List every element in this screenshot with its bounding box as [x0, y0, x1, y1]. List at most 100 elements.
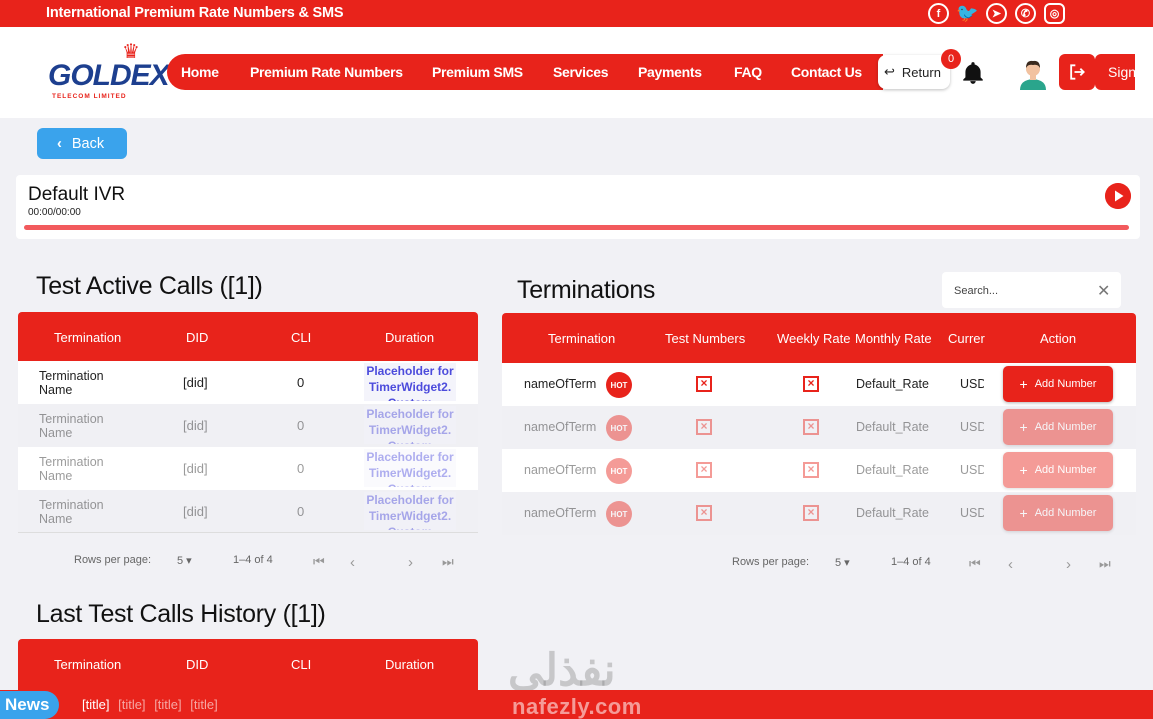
whatsapp-icon[interactable]: ✆: [1015, 3, 1036, 24]
weekly-rate-checkbox[interactable]: ×: [803, 505, 819, 521]
monthly-rate: Default_Rate: [856, 463, 929, 477]
table-row[interactable]: Termination Name [did] 0 Placeholder for…: [18, 490, 478, 533]
monthly-rate: Default_Rate: [856, 420, 929, 434]
did-cell: [did]: [183, 461, 208, 476]
watermark-arabic: نفذلي: [508, 646, 616, 695]
table-row[interactable]: Termination Name [did] 0 Placeholder for…: [18, 447, 478, 490]
prev-page-icon[interactable]: ‹: [1008, 556, 1013, 573]
test-numbers-checkbox[interactable]: ×: [696, 505, 712, 521]
return-button[interactable]: ↩ Return: [878, 55, 950, 89]
did-cell: [did]: [183, 375, 208, 390]
nav-payments[interactable]: Payments: [638, 64, 702, 80]
chevron-left-icon: ‹: [57, 135, 62, 152]
table-row[interactable]: nameOfTerm HOT × × Default_Rate USD + Ad…: [502, 449, 1136, 492]
weekly-rate-checkbox[interactable]: ×: [803, 462, 819, 478]
table-row[interactable]: nameOfTerm HOT × × Default_Rate USD + Ad…: [502, 406, 1136, 449]
return-label: Return: [901, 64, 941, 80]
rows-per-page-select[interactable]: 5 ▾: [177, 554, 192, 567]
last-page-icon[interactable]: ⏭: [1099, 556, 1111, 572]
next-page-icon[interactable]: ›: [408, 554, 413, 571]
news-item[interactable]: [title]: [118, 697, 145, 712]
plus-icon: +: [1019, 419, 1028, 435]
weekly-rate-checkbox[interactable]: ×: [803, 376, 819, 392]
add-number-button[interactable]: + Add Number: [1003, 409, 1113, 445]
rows-per-page-select[interactable]: 5 ▾: [835, 556, 850, 569]
news-item[interactable]: [title]: [154, 697, 181, 712]
test-numbers-checkbox[interactable]: ×: [696, 462, 712, 478]
search-field[interactable]: Search... ✕: [942, 272, 1121, 308]
weekly-rate-checkbox[interactable]: ×: [803, 419, 819, 435]
logout-button[interactable]: [1059, 54, 1095, 90]
table-row[interactable]: Termination Name [did] 0 Placeholder for…: [18, 361, 478, 404]
termination-cell: Termination Name: [39, 498, 104, 526]
news-item[interactable]: [title]: [82, 697, 109, 712]
nav-premium-rate-numbers[interactable]: Premium Rate Numbers: [250, 64, 403, 80]
nav-premium-sms[interactable]: Premium SMS: [432, 64, 523, 80]
instagram-icon[interactable]: ◎: [1044, 3, 1065, 24]
table-header: Termination DID CLI Duration: [18, 312, 478, 361]
prev-page-icon[interactable]: ‹: [350, 554, 355, 571]
history-title: Last Test Calls History ([1]): [36, 600, 326, 628]
plus-icon: +: [1019, 505, 1028, 521]
add-number-button[interactable]: + Add Number: [1003, 452, 1113, 488]
news-item[interactable]: [title]: [190, 697, 217, 712]
table-row[interactable]: nameOfTerm HOT × × Default_Rate USD + Ad…: [502, 363, 1136, 406]
active-calls-table: Termination DID CLI Duration Termination…: [18, 312, 478, 533]
col-test-numbers[interactable]: Test Numbers: [665, 331, 745, 346]
terminations-pager: Rows per page: 5 ▾ 1–4 of 4 ⏮ ‹ › ⏭: [502, 556, 1136, 576]
logo-word: GOLDEX: [48, 59, 170, 92]
col-weekly-rate[interactable]: Weekly Rate: [777, 331, 850, 346]
col-did[interactable]: DID: [186, 657, 208, 672]
facebook-icon[interactable]: f: [928, 3, 949, 24]
first-page-icon[interactable]: ⏮: [313, 554, 325, 570]
last-page-icon[interactable]: ⏭: [442, 554, 454, 570]
news-label: News: [0, 691, 59, 719]
table-row[interactable]: Termination Name [did] 0 Placeholder for…: [18, 404, 478, 447]
add-number-button[interactable]: + Add Number: [1003, 495, 1113, 531]
col-action[interactable]: Action: [1040, 331, 1076, 346]
termination-cell: Termination Name: [39, 455, 104, 483]
play-icon[interactable]: [1105, 183, 1131, 209]
telegram-icon[interactable]: ➤: [986, 3, 1007, 24]
col-cli[interactable]: CLI: [291, 657, 311, 672]
bell-icon[interactable]: [960, 60, 986, 86]
col-termination[interactable]: Termination: [54, 657, 121, 672]
user-avatar[interactable]: [1018, 56, 1048, 90]
clear-search-icon[interactable]: ✕: [1097, 281, 1110, 301]
active-calls-title: Test Active Calls ([1]): [36, 272, 263, 300]
currency: USD: [960, 463, 984, 477]
termination-name: nameOfTerm: [524, 463, 597, 477]
first-page-icon[interactable]: ⏮: [969, 556, 981, 572]
player-progress-bar[interactable]: [24, 225, 1129, 230]
twitter-icon[interactable]: 🐦: [956, 3, 978, 24]
test-numbers-checkbox[interactable]: ×: [696, 419, 712, 435]
col-duration[interactable]: Duration: [385, 657, 434, 672]
next-page-icon[interactable]: ›: [1066, 556, 1071, 573]
col-did[interactable]: DID: [186, 330, 208, 345]
cli-cell: 0: [297, 461, 305, 476]
col-currency[interactable]: Currer: [948, 331, 985, 346]
add-number-button[interactable]: + Add Number: [1003, 366, 1113, 402]
nav-contact-us[interactable]: Contact Us: [791, 64, 862, 80]
goldex-logo[interactable]: ♛ GOLDEX TELECOM LIMITED: [48, 41, 170, 100]
logout-icon: [1070, 64, 1085, 80]
test-numbers-checkbox[interactable]: ×: [696, 376, 712, 392]
terminations-table: Termination Test Numbers Weekly Rate Mon…: [502, 313, 1136, 535]
sign-button[interactable]: Sign: [1095, 54, 1135, 90]
table-header: Termination Test Numbers Weekly Rate Mon…: [502, 313, 1136, 363]
table-row[interactable]: nameOfTerm HOT × × Default_Rate USD + Ad…: [502, 492, 1136, 535]
back-button[interactable]: ‹ Back: [37, 128, 127, 159]
logo-subtitle: TELECOM LIMITED: [52, 93, 127, 100]
nav-home[interactable]: Home: [181, 64, 219, 80]
nav-services[interactable]: Services: [553, 64, 609, 80]
col-termination[interactable]: Termination: [54, 330, 121, 345]
col-duration[interactable]: Duration: [385, 330, 434, 345]
plus-icon: +: [1019, 462, 1028, 478]
col-cli[interactable]: CLI: [291, 330, 311, 345]
col-termination[interactable]: Termination: [548, 331, 615, 346]
col-monthly-rate[interactable]: Monthly Rate: [855, 331, 932, 346]
watermark-latin: nafezly.com: [512, 694, 642, 719]
monthly-rate: Default_Rate: [856, 377, 929, 391]
did-cell: [did]: [183, 504, 208, 519]
nav-faq[interactable]: FAQ: [734, 64, 762, 80]
